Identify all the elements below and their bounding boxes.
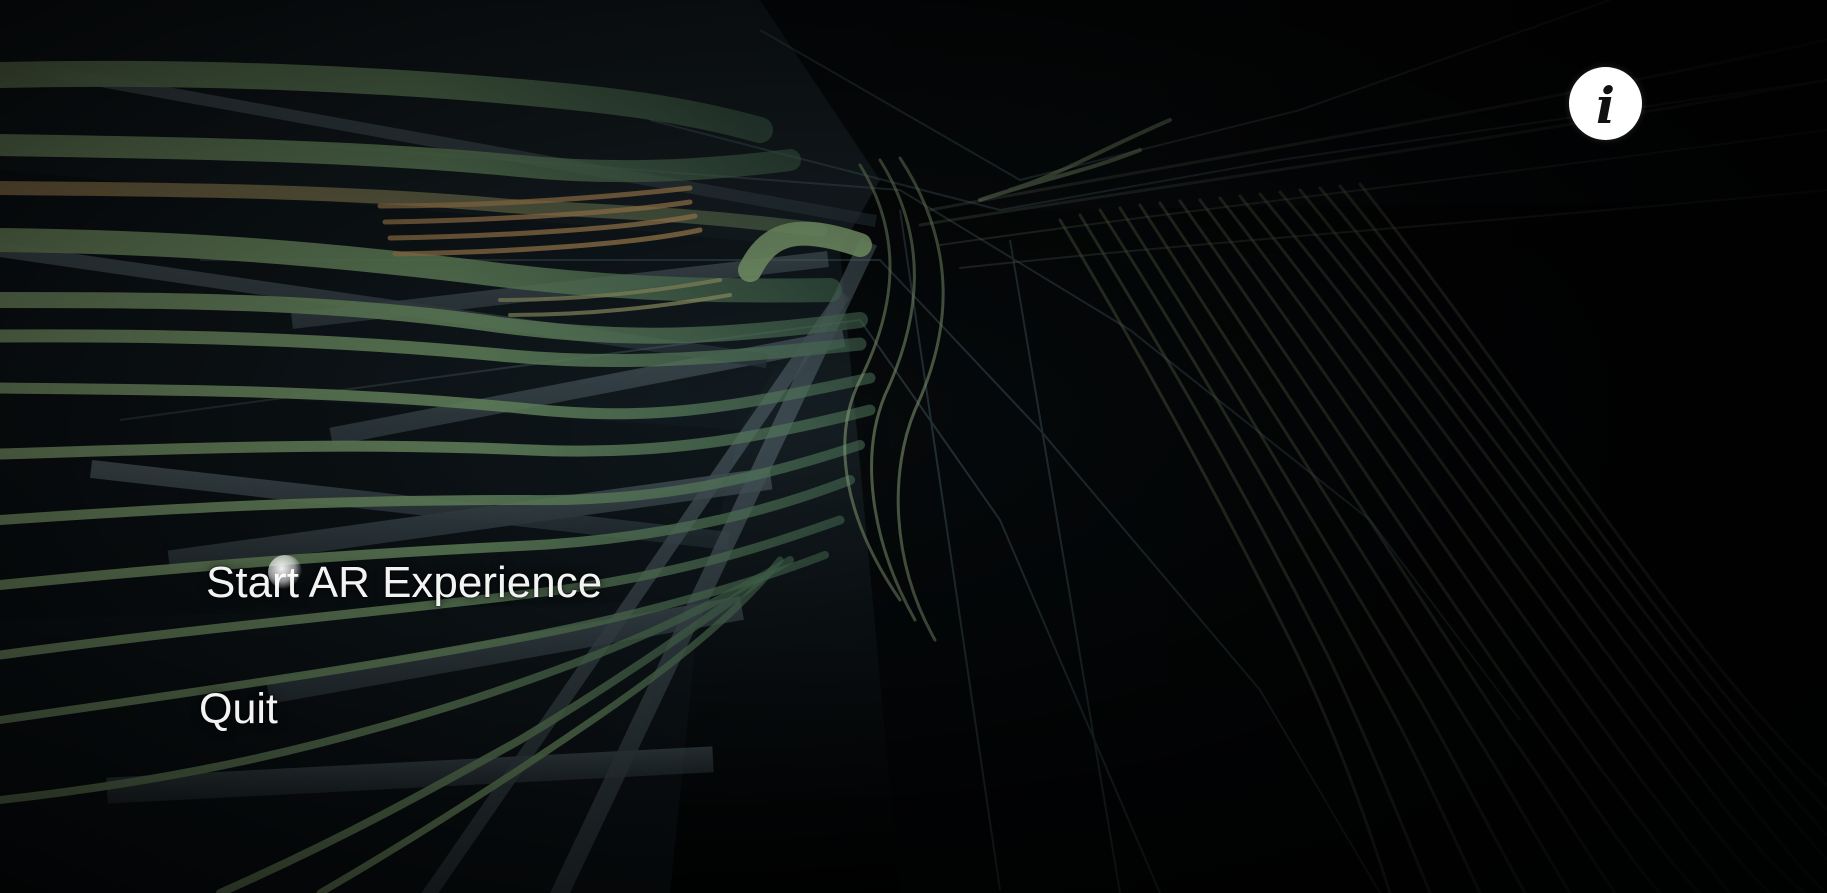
quit-button[interactable]: Quit [199,681,278,737]
info-icon: i [1596,75,1615,135]
main-menu: Start AR Experience Quit [196,555,796,745]
info-button[interactable]: i [1569,67,1642,140]
tunnel-scene-art [0,0,1827,893]
vr-background-scene [0,0,1827,893]
start-ar-experience-button[interactable]: Start AR Experience [206,555,602,611]
